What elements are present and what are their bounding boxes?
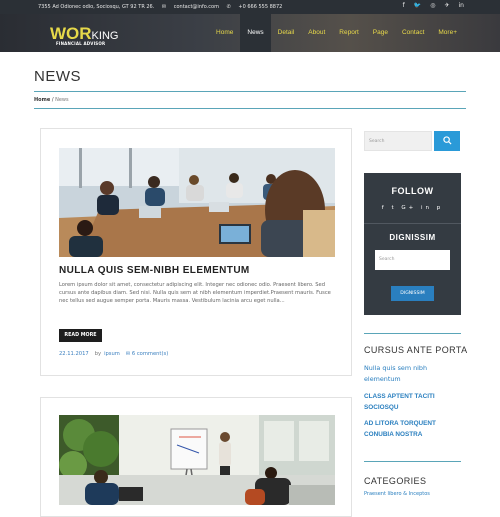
categories-title: CATEGORIES: [364, 476, 427, 486]
dignissim-title: DIGNISSIM: [389, 233, 436, 242]
social-links: f 🐦 ◎ ✈ in: [403, 2, 464, 9]
dignissim-button[interactable]: DIGNISSIM: [391, 286, 434, 301]
categories-top-divider: [364, 461, 461, 462]
contact-info: 7355 Ad Odionec odio, Sociosqu, GT 92 TR…: [38, 4, 288, 10]
nav-page[interactable]: Page: [366, 14, 395, 52]
comment-icon: ✉: [125, 351, 131, 357]
follow-social-icons: f t G+ in p: [364, 205, 461, 211]
post-card: NULLA QUIS SEM-NIBH ELEMENTUM Lorem ipsu…: [40, 128, 352, 376]
cursus-link[interactable]: Nulla quis sem nibh elementum: [364, 363, 461, 384]
nav-report[interactable]: Report: [332, 14, 366, 52]
phone-icon: ✆: [226, 4, 231, 10]
nav-news[interactable]: News: [240, 14, 271, 52]
post-author[interactable]: ipsum: [104, 351, 120, 357]
panel-divider: [364, 223, 461, 224]
twitter-bird-icon[interactable]: ✈: [444, 2, 449, 9]
post-date: 22.11.2017: [59, 351, 89, 357]
post-by-label: by: [94, 351, 102, 357]
post-image-presentation[interactable]: [59, 415, 335, 505]
nav-home[interactable]: Home: [209, 14, 240, 52]
sidebar-search-input[interactable]: Search: [364, 131, 432, 151]
nav-more[interactable]: More+: [431, 14, 464, 52]
facebook-icon[interactable]: f: [382, 205, 387, 211]
cursus-top-divider: [364, 333, 461, 334]
category-link[interactable]: Praesent libero & Inceptos: [364, 490, 461, 499]
sidebar-search-button[interactable]: [434, 131, 460, 151]
follow-panel: FOLLOW f t G+ in p DIGNISSIM Search DIGN…: [364, 173, 461, 315]
google-plus-icon[interactable]: G+: [401, 205, 416, 211]
nav-contact[interactable]: Contact: [395, 14, 431, 52]
facebook-icon[interactable]: f: [403, 2, 405, 9]
breadcrumb-separator: /: [51, 97, 54, 103]
cursus-link[interactable]: AD LITORA TORQUENT CONUBIA NOSTRA: [364, 419, 461, 440]
post-meta: 22.11.2017 by ipsum ✉ 6 comment(s): [59, 351, 168, 357]
address-text: 7355 Ad Odionec odio, Sociosqu, GT 92 TR…: [38, 4, 155, 10]
cursus-link[interactable]: CLASS APTENT TACITI SOCIOSQU: [364, 392, 461, 413]
pinterest-icon[interactable]: p: [437, 205, 444, 211]
email-icon: ✉: [161, 4, 167, 10]
post-comments-link[interactable]: 6 comment(s): [132, 351, 168, 357]
top-bar: 7355 Ad Odionec odio, Sociosqu, GT 92 TR…: [0, 0, 500, 14]
read-more-button[interactable]: READ MORE: [59, 329, 102, 342]
site-logo[interactable]: WORKING FINANCIAL ADVISOR: [50, 24, 118, 46]
post-excerpt: Lorem ipsum dolor sit amet, consectetur …: [59, 282, 331, 304]
title-divider: [34, 91, 466, 92]
post-title[interactable]: NULLA QUIS SEM-NIBH ELEMENTUM: [59, 265, 250, 276]
main-nav: Home News Detail About Report Page Conta…: [209, 14, 464, 52]
post-image-meeting[interactable]: [59, 148, 335, 257]
follow-title: FOLLOW: [391, 186, 434, 196]
phone-text: +0 666 555 8872: [238, 4, 283, 10]
breadcrumb: Home / News: [34, 97, 69, 103]
search-icon: [442, 136, 452, 145]
linkedin-icon[interactable]: in: [459, 2, 464, 9]
instagram-icon[interactable]: ◎: [430, 2, 435, 9]
email-link[interactable]: contact@info.com: [174, 4, 219, 10]
twitter-icon[interactable]: 🐦: [414, 2, 421, 9]
breadcrumb-current: News: [55, 97, 69, 103]
dignissim-search-input[interactable]: Search: [375, 250, 450, 270]
post-card: [40, 397, 352, 517]
breadcrumb-divider: [34, 108, 466, 109]
nav-detail[interactable]: Detail: [271, 14, 302, 52]
cursus-title: CURSUS ANTE PORTA: [364, 345, 468, 355]
page-title: NEWS: [34, 68, 81, 85]
nav-about[interactable]: About: [301, 14, 332, 52]
breadcrumb-home[interactable]: Home: [34, 97, 50, 103]
linkedin-icon[interactable]: in: [421, 205, 432, 211]
logo-subtitle: FINANCIAL ADVISOR: [56, 41, 106, 46]
twitter-icon[interactable]: t: [391, 205, 396, 211]
